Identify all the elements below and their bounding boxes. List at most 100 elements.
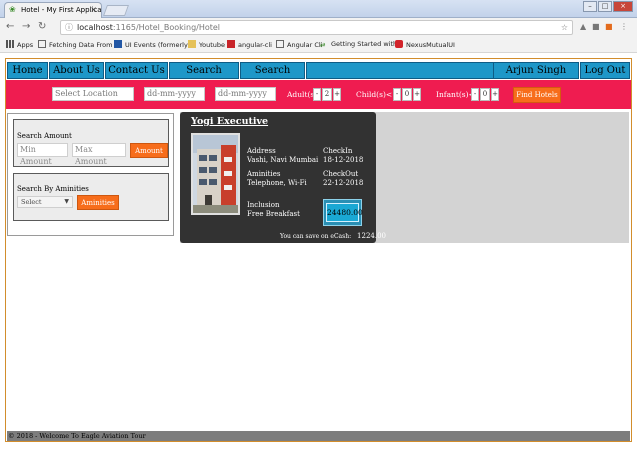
amenities-select-value: Select [21, 198, 42, 206]
price-value: 24480.00 [326, 203, 363, 222]
checkin-value: 18-12-2018 [323, 156, 364, 164]
url-host: localhost [77, 23, 113, 32]
checkout-block: CheckOut 22-12-2018 [323, 170, 363, 188]
bookmark-item[interactable]: Youtube [188, 40, 225, 49]
checkout-label: CheckOut [323, 170, 359, 178]
amenities-filter-button[interactable]: Aminities [77, 195, 119, 210]
bookmark-item[interactable]: Angular Cli [276, 40, 323, 49]
arrows-icon: ⇄ [320, 41, 326, 49]
nav-user-name[interactable]: Arjun Singh Bisht [493, 62, 579, 91]
bookmark-item[interactable]: NexusMutualUI [395, 40, 455, 49]
angular-logo-icon [395, 40, 403, 48]
tab-close-icon[interactable]: × [90, 3, 97, 17]
adults-minus-button[interactable]: - [313, 88, 321, 101]
nav-about-us[interactable]: About Us [49, 62, 104, 79]
browser-titlebar: ❀ Hotel - My First Applicati × – □ × [0, 0, 637, 18]
min-amount-input[interactable]: Min Amount [17, 143, 68, 166]
checkin-date-input[interactable]: dd-mm-yyyy [144, 87, 205, 101]
nav-logout[interactable]: Log Out [580, 62, 630, 79]
max-amount-input[interactable]: Max Amount [72, 143, 126, 166]
address-value: Vashi, Navi Mumbai [247, 156, 319, 164]
bookmark-apps[interactable]: Apps [6, 40, 33, 49]
infants-stepper: - 0 + [471, 88, 499, 101]
apps-grid-icon [6, 40, 14, 48]
ecash-value: 1224.00 [357, 232, 386, 240]
page-footer: © 2018 - Welcome To Eagle Aviation Tour [7, 431, 630, 441]
bookmark-item[interactable]: ⇄ Getting Started with [320, 40, 397, 49]
children-minus-button[interactable]: - [393, 88, 401, 101]
hotel-name-link[interactable]: Yogi Executive [191, 116, 268, 127]
reload-icon[interactable]: ↻ [38, 21, 46, 32]
inclusion-label: Inclusion [247, 201, 280, 209]
folder-icon [188, 40, 196, 48]
checkout-value: 22-12-2018 [323, 179, 364, 187]
new-tab-button[interactable] [102, 5, 130, 16]
bookmark-item[interactable]: angular-cli [227, 40, 272, 49]
amenities-select[interactable]: Select ▼ [17, 196, 73, 208]
amount-filter-button[interactable]: Amount [130, 143, 168, 158]
amenities-filter-label: Search By Aminities [17, 185, 89, 193]
bookmarks-bar: Apps Fetching Data From UI Events (forme… [0, 37, 637, 53]
price-button[interactable]: 24480.00 [323, 199, 363, 226]
bookmark-item[interactable]: UI Events (formerly D [114, 40, 195, 49]
nav-search-hotel[interactable]: Search Hotel [240, 62, 305, 91]
url-input[interactable]: ⓘ localhost:1165/Hotel_Booking/Hotel ☆ [60, 20, 573, 35]
children-stepper: - 0 + [393, 88, 421, 101]
infants-plus-button[interactable]: + [491, 88, 499, 101]
browser-tab[interactable]: ❀ Hotel - My First Applicati × [4, 2, 102, 18]
ecash-savings: You can save on eCash: 1224.00 [280, 232, 386, 241]
ws-icon [114, 40, 122, 48]
leaf-favicon-icon: ❀ [9, 5, 16, 14]
close-window-icon[interactable]: × [613, 1, 633, 12]
checkout-date-input[interactable]: dd-mm-yyyy [215, 87, 276, 101]
amount-filter-box: Search Amount Min Amount Max Amount Amou… [13, 119, 169, 167]
window-controls: – □ × [583, 1, 633, 12]
extension-icon[interactable]: ▲ [580, 22, 586, 31]
maximize-icon[interactable]: □ [598, 1, 612, 12]
hotel-building-image [193, 135, 238, 213]
hotel-search-bar: Select Location dd-mm-yyyy dd-mm-yyyy Ad… [6, 80, 631, 109]
nav-contact-us[interactable]: Contact Us [105, 62, 168, 79]
nav-search-ticket[interactable]: Search Ticket [169, 62, 239, 91]
extension-icon[interactable]: ■ [605, 22, 613, 31]
infants-minus-button[interactable]: - [471, 88, 479, 101]
page-icon [276, 40, 284, 48]
adults-stepper: - 2 + [313, 88, 341, 101]
amount-filter-label: Search Amount [17, 132, 72, 140]
hotel-card: Yogi Executive Address Vashi, Navi Mumba… [180, 112, 386, 243]
bookmark-star-icon[interactable]: ☆ [561, 21, 568, 34]
address-label: Address [247, 147, 276, 155]
nav-home[interactable]: Home [7, 62, 48, 79]
hotel-results-area: Yogi Executive Address Vashi, Navi Mumba… [180, 112, 629, 243]
back-icon[interactable]: ← [6, 21, 14, 32]
filter-sidebar: Search Amount Min Amount Max Amount Amou… [7, 113, 174, 236]
address-block: Address Vashi, Navi Mumbai [247, 147, 318, 165]
menu-icon[interactable]: ⋮ [620, 22, 628, 31]
amenities-value: Telephone, Wi-Fi [247, 179, 307, 187]
adults-value[interactable]: 2 [322, 88, 332, 101]
children-value[interactable]: 0 [402, 88, 412, 101]
hotel-photo [191, 133, 240, 215]
inclusion-block: Inclusion Free Breakfast [247, 201, 300, 219]
page-frame: Home About Us Contact Us Search Ticket S… [5, 58, 632, 442]
url-path: :1165/Hotel_Booking/Hotel [112, 23, 221, 32]
inclusion-value: Free Breakfast [247, 210, 300, 218]
amenities-label: Aminities [247, 170, 281, 178]
find-hotels-button[interactable]: Find Hotels [513, 87, 561, 103]
bookmark-item[interactable]: Fetching Data From [38, 40, 112, 49]
children-plus-button[interactable]: + [413, 88, 421, 101]
info-icon[interactable]: ⓘ [65, 21, 73, 34]
infants-value[interactable]: 0 [480, 88, 490, 101]
extension-icon[interactable]: ■ [592, 22, 600, 31]
nav-spacer [306, 62, 493, 79]
minimize-icon[interactable]: – [583, 1, 597, 12]
location-input[interactable]: Select Location [52, 87, 134, 101]
adults-plus-button[interactable]: + [333, 88, 341, 101]
amenities-block: Aminities Telephone, Wi-Fi [247, 170, 307, 188]
forward-icon[interactable]: → [22, 21, 30, 32]
page-icon [38, 40, 46, 48]
top-navigation: Home About Us Contact Us Search Ticket S… [7, 62, 630, 91]
ecash-label: You can save on eCash: [280, 233, 352, 240]
chevron-down-icon: ▼ [64, 198, 69, 205]
amenities-filter-box: Search By Aminities Select ▼ Aminities [13, 173, 169, 221]
